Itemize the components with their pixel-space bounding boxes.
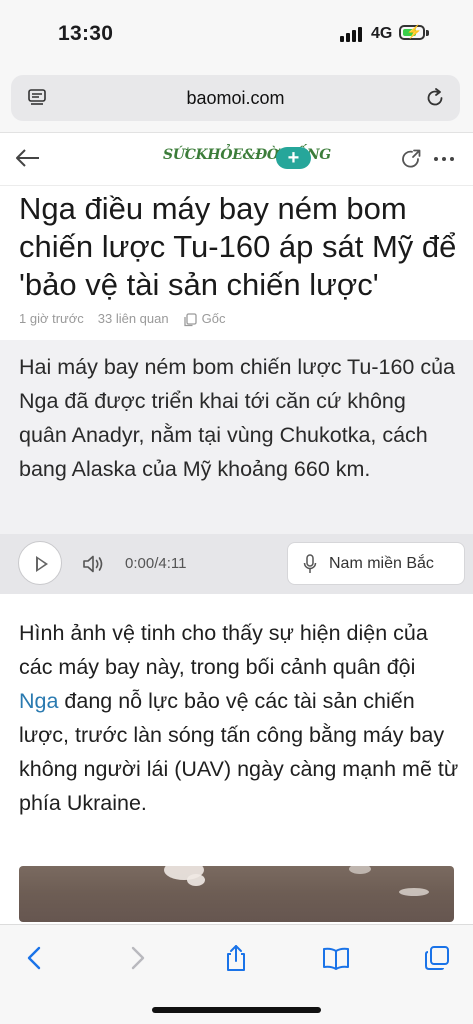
body-text-part: đang nỗ lực bảo vệ các tài sản chiến lượ…: [19, 689, 459, 815]
forward-icon[interactable]: [122, 943, 152, 973]
battery-icon: ⚡: [399, 24, 425, 40]
volume-icon[interactable]: [82, 553, 106, 575]
share-icon[interactable]: [399, 147, 423, 171]
source-link[interactable]: Gốc: [202, 311, 226, 326]
share-icon[interactable]: [221, 943, 251, 973]
back-icon[interactable]: [20, 943, 50, 973]
address-bar[interactable]: baomoi.com: [11, 75, 460, 121]
article-body: Hình ảnh vệ tinh cho thấy sự hiện diện c…: [19, 616, 459, 820]
network-label: 4G: [371, 25, 393, 42]
battery-tip: [426, 30, 429, 36]
url-text[interactable]: baomoi.com: [11, 88, 460, 109]
status-time: 13:30: [58, 22, 114, 45]
time-ago: 1 giờ trước: [19, 311, 84, 326]
follow-plus-button[interactable]: +: [276, 147, 311, 169]
voice-select[interactable]: Nam miền Bắc: [287, 542, 465, 585]
address-bar-container: baomoi.com: [0, 64, 473, 133]
audio-time: 0:00/4:11: [125, 555, 187, 572]
voice-label: Nam miền Bắc: [329, 555, 434, 572]
summary-box: Hai máy bay ném bom chiến lược Tu-160 củ…: [0, 340, 473, 534]
signal-icon: [340, 27, 362, 42]
more-icon[interactable]: [434, 157, 454, 161]
page: 13:30 4G ⚡ baomoi.com SỨCKHỎE&ĐỜISỐNG + …: [0, 0, 473, 1024]
mic-icon: [303, 554, 317, 573]
status-bar: 13:30 4G ⚡: [0, 0, 473, 64]
article-headline: Nga điều máy bay ném bom chiến lược Tu-1…: [19, 191, 457, 302]
article-summary: Hai máy bay ném bom chiến lược Tu-160 củ…: [19, 355, 455, 481]
article-meta: 1 giờ trước 33 liên quan Gốc: [19, 311, 225, 326]
copy-icon[interactable]: [183, 312, 197, 327]
tag-link-nga[interactable]: Nga: [19, 689, 58, 713]
body-text-part: Hình ảnh vệ tinh cho thấy sự hiện diện c…: [19, 621, 428, 679]
tabs-icon[interactable]: [422, 943, 452, 973]
audio-player: 0:00/4:11 Nam miền Bắc: [0, 534, 473, 594]
article-image[interactable]: [19, 866, 454, 922]
back-arrow-icon[interactable]: [14, 145, 42, 171]
bookmarks-icon[interactable]: [321, 943, 351, 973]
related-count[interactable]: 33 liên quan: [98, 311, 169, 326]
site-header: SỨCKHỎE&ĐỜISỐNG +: [0, 133, 473, 186]
home-indicator: [152, 1007, 321, 1013]
reload-icon[interactable]: [424, 87, 446, 109]
play-button[interactable]: [18, 541, 62, 585]
